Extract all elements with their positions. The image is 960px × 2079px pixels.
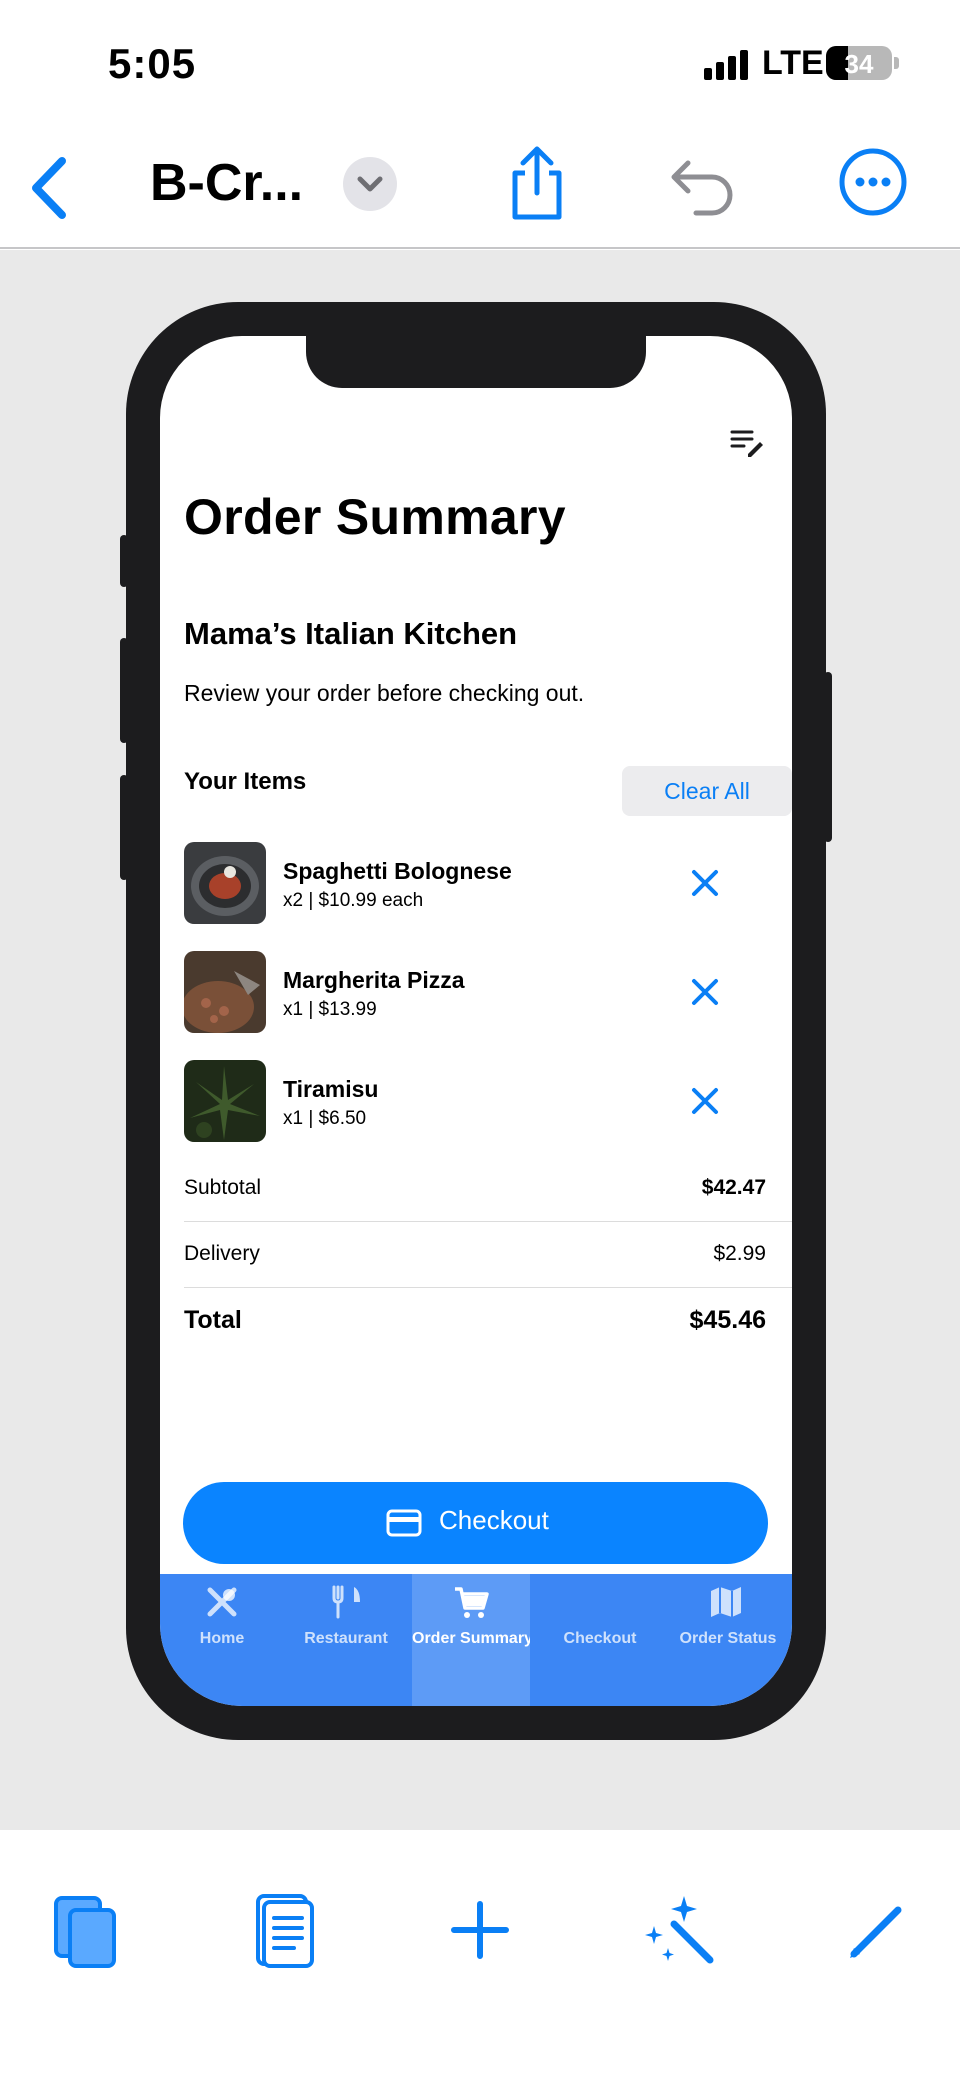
list-item: Spaghetti Bolognese x2 | $10.99 each [184, 842, 784, 924]
phone-screen: Order Summary Mama’s Italian Kitchen Rev… [160, 336, 792, 1706]
phone-notch [306, 336, 646, 388]
add-button[interactable] [440, 1890, 520, 1970]
item-photo [184, 842, 266, 924]
share-button[interactable] [503, 143, 571, 223]
phone-side-button [120, 638, 128, 743]
tab-label: Order Status [679, 1630, 777, 1647]
pages-icon [54, 1896, 116, 1968]
phone-side-button [120, 535, 128, 587]
tab-checkout[interactable]: Checkout [538, 1574, 662, 1706]
back-button[interactable] [22, 153, 82, 223]
app-toolbar: B-Cr... [0, 125, 960, 249]
tab-home[interactable]: Home [160, 1574, 284, 1706]
tab-label: Order Summary [412, 1630, 530, 1647]
chevron-down-icon [357, 176, 383, 192]
battery-nub [894, 57, 899, 69]
remove-item-button[interactable] [684, 971, 726, 1013]
fork-knife-icon [332, 1585, 360, 1619]
share-icon [512, 146, 562, 220]
tab-label: Home [199, 1630, 245, 1647]
item-photo [184, 951, 266, 1033]
delivery-label: Delivery [184, 1242, 260, 1265]
undo-icon [671, 160, 733, 216]
tab-order-status[interactable]: Order Status [664, 1574, 792, 1706]
status-bar: 5:05 LTE 34 [0, 0, 960, 125]
total-label: Total [184, 1306, 242, 1334]
document-button[interactable] [244, 1890, 324, 1970]
restaurant-name: Mama’s Italian Kitchen [184, 616, 518, 651]
tab-order-summary[interactable]: Order Summary [412, 1574, 530, 1706]
network-label: LTE [762, 44, 824, 82]
plus-icon [451, 1901, 509, 1959]
item-name: Margherita Pizza [283, 967, 465, 993]
close-icon [692, 979, 718, 1005]
items-heading: Your Items [184, 768, 307, 795]
item-meta: x1 | $6.50 [283, 1108, 367, 1129]
cart-icon [455, 1587, 489, 1618]
subtotal-value: $42.47 [701, 1176, 766, 1199]
close-icon [692, 1088, 718, 1114]
list-item: Tiramisu x1 | $6.50 [184, 1060, 784, 1142]
tab-bar: Home Restaurant Order Summary Checkout O… [160, 1574, 792, 1706]
delivery-value: $2.99 [713, 1242, 766, 1265]
undo-button[interactable] [668, 153, 738, 217]
item-meta: x1 | $13.99 [283, 999, 377, 1020]
total-value: $45.46 [689, 1306, 766, 1334]
signal-icon [704, 48, 750, 80]
tab-restaurant[interactable]: Restaurant [284, 1574, 408, 1706]
bottom-toolbar [0, 1830, 960, 2079]
document-icon [256, 1894, 314, 1968]
list-item: Margherita Pizza x1 | $13.99 [184, 951, 784, 1033]
map-icon [711, 1587, 741, 1617]
document-title[interactable]: B-Cr... [150, 153, 303, 213]
more-button[interactable] [838, 147, 908, 217]
item-photo [184, 1060, 266, 1142]
divider [184, 1287, 792, 1288]
subtotal-label: Subtotal [184, 1176, 262, 1199]
battery-icon: 34 [826, 46, 892, 80]
utensils-cross-icon [207, 1587, 237, 1617]
page-subtitle: Review your order before checking out. [184, 680, 585, 706]
phone-side-button [824, 672, 832, 842]
title-menu-button[interactable] [343, 157, 397, 211]
status-time: 5:05 [108, 40, 197, 87]
pencil-icon [850, 1906, 902, 1958]
page-title: Order Summary [184, 489, 566, 545]
magic-wand-icon [645, 1896, 714, 1964]
divider [184, 1221, 792, 1222]
remove-item-button[interactable] [684, 1080, 726, 1122]
tab-label: Checkout [563, 1630, 637, 1647]
chevron-left-icon [32, 157, 66, 219]
tab-label: Restaurant [304, 1630, 388, 1647]
pages-button[interactable] [46, 1890, 126, 1970]
edit-list-icon[interactable] [730, 428, 766, 458]
item-meta: x2 | $10.99 each [283, 890, 424, 911]
remove-item-button[interactable] [684, 862, 726, 904]
magic-button[interactable] [640, 1890, 720, 1970]
item-name: Spaghetti Bolognese [283, 858, 512, 884]
credit-card-icon [386, 1509, 422, 1537]
battery-percent: 34 [844, 49, 874, 79]
phone-side-button [120, 775, 128, 880]
edit-button[interactable] [838, 1890, 918, 1970]
close-icon [692, 870, 718, 896]
more-icon [839, 148, 907, 216]
clear-all-button[interactable]: Clear All [622, 766, 792, 816]
checkout-label: Checkout [439, 1505, 549, 1535]
checkout-button[interactable]: Checkout [183, 1482, 768, 1564]
item-name: Tiramisu [283, 1076, 379, 1102]
